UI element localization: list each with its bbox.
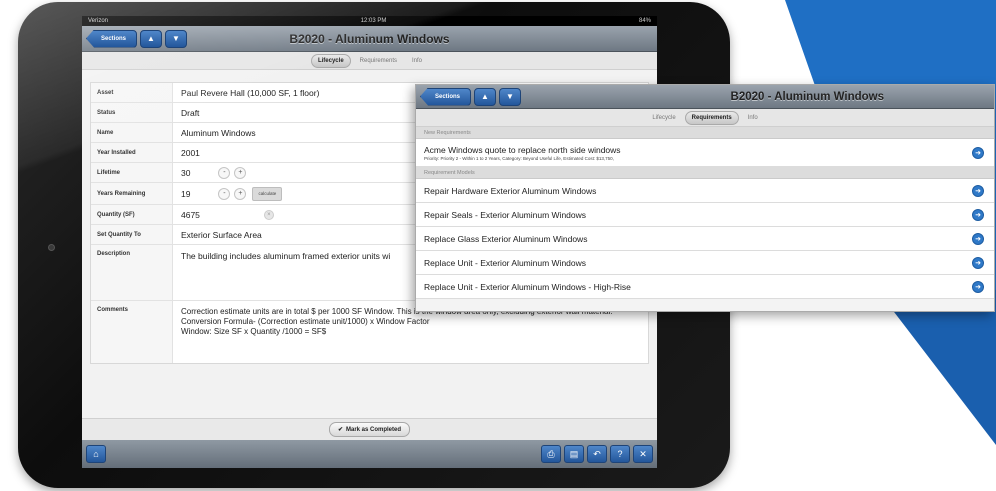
overlay-tab-lifecycle[interactable]: Lifecycle (646, 112, 681, 124)
undo-icon: ↶ (593, 448, 601, 459)
clock: 12:03 PM (360, 18, 387, 24)
set-quantity-label: Set Quantity To (91, 225, 173, 244)
previous-arrow-button[interactable]: ▲ (140, 29, 163, 48)
description-label: Description (91, 245, 173, 300)
tools-button[interactable]: ✕ (633, 445, 653, 463)
new-requirement-row[interactable]: Acme Windows quote to replace north side… (416, 139, 994, 167)
overlay-previous-arrow-button[interactable]: ▲ (474, 87, 497, 106)
requirement-model-label: Replace Unit - Exterior Aluminum Windows (424, 257, 587, 268)
requirements-overlay-window: Sections ▲ ▼ B2020 - Aluminum Windows Li… (415, 84, 995, 312)
tab-requirements[interactable]: Requirements (354, 55, 403, 67)
lifetime-increment-button[interactable]: + (234, 166, 247, 179)
down-arrow-icon: ▼ (172, 34, 180, 43)
quantity-label: Quantity (SF) (91, 205, 173, 224)
requirement-model-label: Replace Glass Exterior Aluminum Windows (424, 233, 588, 244)
chevron-right-icon[interactable]: ➜ (972, 146, 984, 159)
year-installed-label: Year Installed (91, 143, 173, 162)
years-remaining-stepper: - + (218, 187, 247, 200)
lifetime-stepper: - + (218, 166, 247, 179)
overlay-tab-info[interactable]: Info (742, 112, 764, 124)
quantity-field[interactable]: 4675 (181, 210, 200, 220)
tab-lifecycle[interactable]: Lifecycle (310, 53, 351, 68)
new-requirement-title: Acme Windows quote to replace north side… (424, 144, 621, 155)
lifetime-label: Lifetime (91, 163, 173, 182)
chevron-right-icon[interactable]: ➜ (972, 208, 984, 221)
home-camera-dot (48, 244, 55, 251)
toolbar-right-group: ⎙ ▤ ↶ ? ✕ (541, 445, 653, 463)
requirement-model-row[interactable]: Repair Seals - Exterior Aluminum Windows… (416, 203, 994, 227)
requirement-model-row[interactable]: Replace Unit - Exterior Aluminum Windows… (416, 275, 994, 299)
years-remaining-field[interactable]: 19 (181, 189, 190, 199)
down-arrow-icon: ▼ (506, 92, 514, 101)
requirement-model-label: Repair Hardware Exterior Aluminum Window… (424, 185, 597, 196)
marketing-stage: Verizon 12:03 PM 84% Sections ▲ ▼ B2020 … (0, 0, 996, 491)
years-remaining-label: Years Remaining (91, 183, 173, 204)
help-icon: ? (617, 449, 623, 459)
segmented-control: Lifecycle Requirements Info (82, 52, 657, 70)
overlay-navbar: Sections ▲ ▼ B2020 - Aluminum Windows (416, 85, 994, 109)
overlay-tab-requirements[interactable]: Requirements (684, 110, 739, 125)
requirement-model-row[interactable]: Replace Unit - Exterior Aluminum Windows… (416, 251, 994, 275)
next-arrow-button[interactable]: ▼ (165, 29, 188, 48)
requirement-models-header: Requirement Models (416, 167, 994, 179)
calculate-button[interactable]: calculate (252, 186, 283, 201)
new-requirement-text: Acme Windows quote to replace north side… (424, 145, 621, 161)
new-requirements-header: New Requirements (416, 127, 994, 139)
overlay-segmented-control: Lifecycle Requirements Info (416, 109, 994, 127)
chevron-right-icon[interactable]: ➜ (972, 256, 984, 269)
up-arrow-icon: ▲ (147, 34, 155, 43)
status-label: Status (91, 103, 173, 122)
document-icon: ▤ (569, 448, 579, 459)
chevron-right-icon[interactable]: ➜ (972, 184, 984, 197)
help-button[interactable]: ? (610, 445, 630, 463)
name-label: Name (91, 123, 173, 142)
undo-button[interactable]: ↶ (587, 445, 607, 463)
up-arrow-icon: ▲ (481, 92, 489, 101)
lifetime-field[interactable]: 30 (181, 168, 190, 178)
requirement-model-row[interactable]: Repair Hardware Exterior Aluminum Window… (416, 179, 994, 203)
tab-info[interactable]: Info (406, 55, 428, 67)
overlay-sections-back-button[interactable]: Sections (420, 87, 472, 106)
requirement-model-row[interactable]: Replace Glass Exterior Aluminum Windows … (416, 227, 994, 251)
mark-completed-label: Mark as Completed (346, 426, 402, 433)
years-remaining-increment-button[interactable]: + (234, 187, 247, 200)
battery-label: 84% (638, 18, 651, 24)
chevron-right-icon[interactable]: ➜ (972, 232, 984, 245)
print-icon: ⎙ (547, 448, 555, 459)
lifetime-decrement-button[interactable]: - (218, 166, 231, 179)
new-requirement-subtitle: Priority: Priority 2 - Within 1 to 2 Yea… (424, 155, 614, 161)
asset-label: Asset (91, 83, 173, 102)
chevron-right-icon[interactable]: ➜ (972, 280, 984, 293)
main-navbar: Sections ▲ ▼ B2020 - Aluminum Windows (82, 26, 657, 52)
status-bar: Verizon 12:03 PM 84% (82, 16, 657, 26)
requirement-model-label: Replace Unit - Exterior Aluminum Windows… (424, 281, 631, 292)
checkmark-icon: ✔ (337, 427, 343, 433)
sections-back-button[interactable]: Sections (86, 29, 138, 48)
bottom-toolbar: ⌂ ⎙ ▤ ↶ ? ✕ (82, 440, 657, 468)
requirement-model-label: Repair Seals - Exterior Aluminum Windows (424, 209, 587, 220)
overlay-page-title: B2020 - Aluminum Windows (730, 90, 884, 103)
comments-label: Comments (91, 301, 173, 363)
mark-completed-bar: ✔ Mark as Completed (82, 418, 657, 440)
home-button[interactable]: ⌂ (86, 445, 106, 463)
mark-completed-button[interactable]: ✔ Mark as Completed (328, 422, 411, 437)
home-icon: ⌂ (93, 449, 99, 459)
carrier-label: Verizon (88, 18, 109, 24)
print-button[interactable]: ⎙ (541, 445, 561, 463)
years-remaining-decrement-button[interactable]: - (218, 187, 231, 200)
overlay-next-arrow-button[interactable]: ▼ (499, 87, 522, 106)
tools-icon: ✕ (639, 448, 647, 459)
clear-icon[interactable]: × (263, 209, 274, 220)
document-button[interactable]: ▤ (564, 445, 584, 463)
